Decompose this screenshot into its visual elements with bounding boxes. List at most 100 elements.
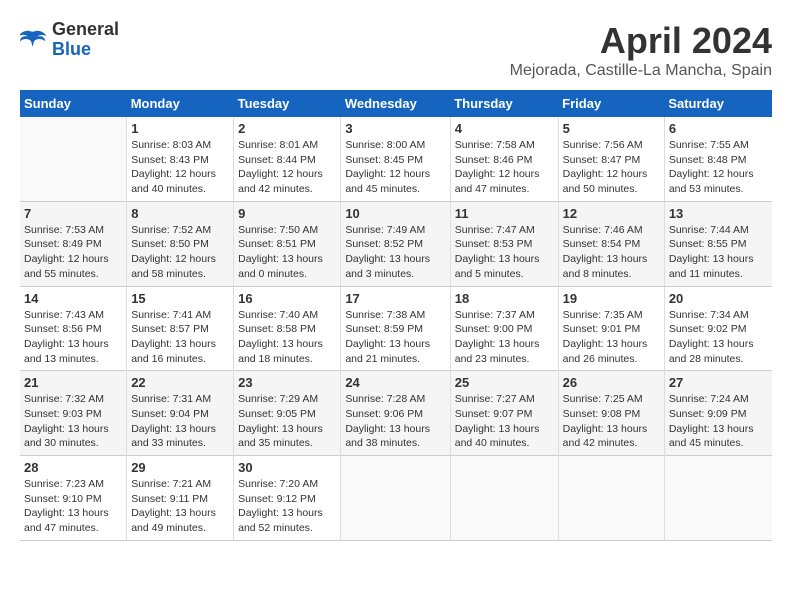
day-number: 4 — [455, 121, 554, 136]
calendar-day-cell: 15Sunrise: 7:41 AM Sunset: 8:57 PM Dayli… — [127, 286, 234, 371]
day-number: 27 — [669, 375, 768, 390]
calendar-day-cell: 20Sunrise: 7:34 AM Sunset: 9:02 PM Dayli… — [664, 286, 772, 371]
day-info: Sunrise: 7:47 AM Sunset: 8:53 PM Dayligh… — [455, 223, 554, 282]
calendar-day-cell — [558, 456, 664, 541]
calendar-week-row: 1Sunrise: 8:03 AM Sunset: 8:43 PM Daylig… — [20, 117, 772, 201]
day-number: 30 — [238, 460, 336, 475]
calendar-day-cell: 12 Sunrise: 7:46 AM Sunset: 8:54 PM Dayli… — [558, 201, 664, 286]
day-number: 18 — [455, 291, 554, 306]
calendar-week-row: 21 Sunrise: 7:32 AM Sunset: 9:03 PM Dayli… — [20, 371, 772, 456]
day-info: Sunrise: 7:35 AM Sunset: 9:01 PM Dayligh… — [563, 308, 660, 367]
logo-bird-icon — [20, 26, 48, 54]
calendar-day-cell — [450, 456, 558, 541]
calendar-day-cell — [341, 456, 450, 541]
day-number: 8 — [131, 206, 229, 221]
calendar-day-cell: 8 Sunrise: 7:52 AM Sunset: 8:50 PM Daylig… — [127, 201, 234, 286]
calendar-day-cell: 25 Sunrise: 7:27 AM Sunset: 9:07 PM Dayli… — [450, 371, 558, 456]
day-info: Sunrise: 7:20 AM Sunset: 9:12 PM Dayligh… — [238, 477, 336, 536]
day-info: Sunrise: 7:24 AM Sunset: 9:09 PM Dayligh… — [669, 392, 768, 451]
calendar-day-cell: 16 Sunrise: 7:40 AM Sunset: 8:58 PM Dayli… — [234, 286, 341, 371]
day-number: 29 — [131, 460, 229, 475]
day-number: 16 — [238, 291, 336, 306]
day-number: 7 — [24, 206, 122, 221]
calendar-week-row: 7 Sunrise: 7:53 AM Sunset: 8:49 PM Daylig… — [20, 201, 772, 286]
day-info: Sunrise: 7:31 AM Sunset: 9:04 PM Dayligh… — [131, 392, 229, 451]
location-title: Mejorada, Castille-La Mancha, Spain — [510, 62, 772, 80]
month-title: April 2024 — [510, 20, 772, 62]
calendar-day-header: Sunday — [20, 90, 127, 117]
day-number: 17 — [345, 291, 445, 306]
calendar-day-header: Friday — [558, 90, 664, 117]
day-info: Sunrise: 7:25 AM Sunset: 9:08 PM Dayligh… — [563, 392, 660, 451]
calendar-day-cell: 4Sunrise: 7:58 AM Sunset: 8:46 PM Daylig… — [450, 117, 558, 201]
day-info: Sunrise: 7:38 AM Sunset: 8:59 PM Dayligh… — [345, 308, 445, 367]
day-number: 20 — [669, 291, 768, 306]
logo-general-text: General — [52, 20, 119, 40]
calendar-day-header: Saturday — [664, 90, 772, 117]
day-number: 21 — [24, 375, 122, 390]
day-number: 5 — [563, 121, 660, 136]
day-info: Sunrise: 7:32 AM Sunset: 9:03 PM Dayligh… — [24, 392, 122, 451]
calendar-day-cell: 3 Sunrise: 8:00 AM Sunset: 8:45 PM Daylig… — [341, 117, 450, 201]
calendar-week-row: 14 Sunrise: 7:43 AM Sunset: 8:56 PM Dayli… — [20, 286, 772, 371]
day-number: 14 — [24, 291, 122, 306]
day-number: 22 — [131, 375, 229, 390]
calendar-day-cell: 6 Sunrise: 7:55 AM Sunset: 8:48 PM Daylig… — [664, 117, 772, 201]
title-section: April 2024 Mejorada, Castille-La Mancha,… — [510, 20, 772, 80]
calendar-day-cell: 17 Sunrise: 7:38 AM Sunset: 8:59 PM Dayli… — [341, 286, 450, 371]
calendar-day-cell: 24 Sunrise: 7:28 AM Sunset: 9:06 PM Dayli… — [341, 371, 450, 456]
day-number: 26 — [563, 375, 660, 390]
day-number: 3 — [345, 121, 445, 136]
calendar-header-row: SundayMondayTuesdayWednesdayThursdayFrid… — [20, 90, 772, 117]
calendar-week-row: 28Sunrise: 7:23 AM Sunset: 9:10 PM Dayli… — [20, 456, 772, 541]
day-info: Sunrise: 7:55 AM Sunset: 8:48 PM Dayligh… — [669, 138, 768, 197]
day-info: Sunrise: 7:28 AM Sunset: 9:06 PM Dayligh… — [345, 392, 445, 451]
calendar-day-header: Tuesday — [234, 90, 341, 117]
day-info: Sunrise: 7:52 AM Sunset: 8:50 PM Dayligh… — [131, 223, 229, 282]
day-number: 24 — [345, 375, 445, 390]
day-info: Sunrise: 7:21 AM Sunset: 9:11 PM Dayligh… — [131, 477, 229, 536]
calendar-day-cell: 22 Sunrise: 7:31 AM Sunset: 9:04 PM Dayli… — [127, 371, 234, 456]
calendar-day-cell: 27 Sunrise: 7:24 AM Sunset: 9:09 PM Dayli… — [664, 371, 772, 456]
calendar-day-cell: 26 Sunrise: 7:25 AM Sunset: 9:08 PM Dayli… — [558, 371, 664, 456]
day-number: 11 — [455, 206, 554, 221]
calendar-day-cell: 7 Sunrise: 7:53 AM Sunset: 8:49 PM Daylig… — [20, 201, 127, 286]
calendar-day-cell: 5 Sunrise: 7:56 AM Sunset: 8:47 PM Daylig… — [558, 117, 664, 201]
calendar-day-cell: 21 Sunrise: 7:32 AM Sunset: 9:03 PM Dayli… — [20, 371, 127, 456]
day-number: 10 — [345, 206, 445, 221]
day-info: Sunrise: 8:00 AM Sunset: 8:45 PM Dayligh… — [345, 138, 445, 197]
calendar-day-cell: 14 Sunrise: 7:43 AM Sunset: 8:56 PM Dayli… — [20, 286, 127, 371]
calendar-day-cell: 28Sunrise: 7:23 AM Sunset: 9:10 PM Dayli… — [20, 456, 127, 541]
calendar-day-header: Thursday — [450, 90, 558, 117]
calendar-day-header: Monday — [127, 90, 234, 117]
calendar-day-cell: 18 Sunrise: 7:37 AM Sunset: 9:00 PM Dayli… — [450, 286, 558, 371]
calendar-day-cell: 19Sunrise: 7:35 AM Sunset: 9:01 PM Dayli… — [558, 286, 664, 371]
day-info: Sunrise: 8:03 AM Sunset: 8:43 PM Dayligh… — [131, 138, 229, 197]
calendar-day-header: Wednesday — [341, 90, 450, 117]
day-info: Sunrise: 7:44 AM Sunset: 8:55 PM Dayligh… — [669, 223, 768, 282]
day-info: Sunrise: 7:40 AM Sunset: 8:58 PM Dayligh… — [238, 308, 336, 367]
logo: General Blue — [20, 20, 119, 60]
day-info: Sunrise: 7:56 AM Sunset: 8:47 PM Dayligh… — [563, 138, 660, 197]
calendar-day-cell: 30 Sunrise: 7:20 AM Sunset: 9:12 PM Dayli… — [234, 456, 341, 541]
day-number: 2 — [238, 121, 336, 136]
calendar-day-cell: 11 Sunrise: 7:47 AM Sunset: 8:53 PM Dayli… — [450, 201, 558, 286]
calendar-day-cell: 2 Sunrise: 8:01 AM Sunset: 8:44 PM Daylig… — [234, 117, 341, 201]
day-number: 25 — [455, 375, 554, 390]
calendar-day-cell: 1Sunrise: 8:03 AM Sunset: 8:43 PM Daylig… — [127, 117, 234, 201]
day-info: Sunrise: 7:37 AM Sunset: 9:00 PM Dayligh… — [455, 308, 554, 367]
day-info: Sunrise: 7:29 AM Sunset: 9:05 PM Dayligh… — [238, 392, 336, 451]
day-number: 15 — [131, 291, 229, 306]
day-info: Sunrise: 8:01 AM Sunset: 8:44 PM Dayligh… — [238, 138, 336, 197]
day-info: Sunrise: 7:46 AM Sunset: 8:54 PM Dayligh… — [563, 223, 660, 282]
day-number: 9 — [238, 206, 336, 221]
day-info: Sunrise: 7:27 AM Sunset: 9:07 PM Dayligh… — [455, 392, 554, 451]
day-info: Sunrise: 7:43 AM Sunset: 8:56 PM Dayligh… — [24, 308, 122, 367]
day-number: 6 — [669, 121, 768, 136]
calendar-day-cell: 13Sunrise: 7:44 AM Sunset: 8:55 PM Dayli… — [664, 201, 772, 286]
day-number: 28 — [24, 460, 122, 475]
day-info: Sunrise: 7:53 AM Sunset: 8:49 PM Dayligh… — [24, 223, 122, 282]
day-number: 12 — [563, 206, 660, 221]
calendar-day-cell: 23Sunrise: 7:29 AM Sunset: 9:05 PM Dayli… — [234, 371, 341, 456]
calendar-day-cell: 29 Sunrise: 7:21 AM Sunset: 9:11 PM Dayli… — [127, 456, 234, 541]
